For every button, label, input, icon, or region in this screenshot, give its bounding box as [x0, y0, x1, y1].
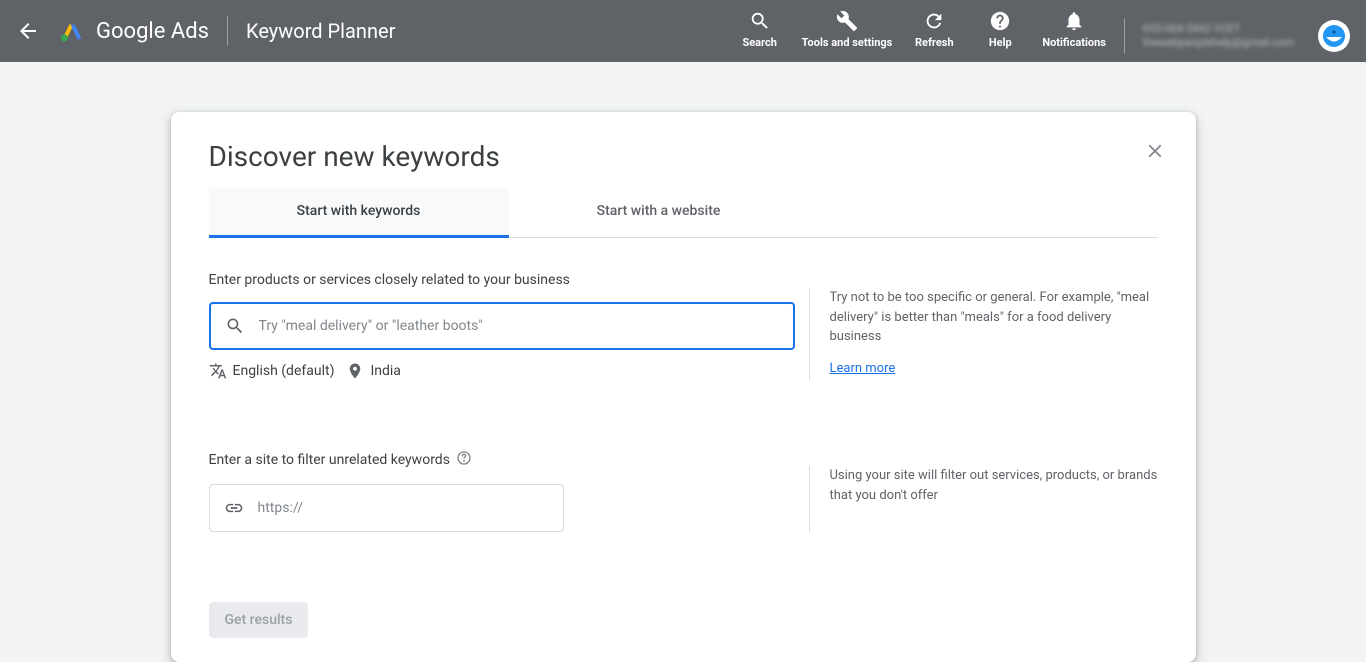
- keywords-label: Enter products or services closely relat…: [209, 272, 809, 288]
- location-value: India: [370, 363, 400, 379]
- refresh-icon: [923, 10, 945, 32]
- keywords-section: Enter products or services closely relat…: [209, 272, 1158, 380]
- language-selector[interactable]: English (default): [209, 362, 335, 380]
- tools-action[interactable]: Tools and settings: [802, 10, 893, 49]
- account-info[interactable]: 655-064-5442 VCET thewebpeoplehelp@gmail…: [1143, 22, 1294, 51]
- keywords-tip-text: Try not to be too specific or general. F…: [830, 288, 1158, 347]
- google-ads-logo-icon: [58, 17, 86, 45]
- header-divider: [227, 16, 228, 46]
- site-section: Enter a site to filter unrelated keyword…: [209, 450, 1158, 532]
- search-action[interactable]: Search: [736, 10, 784, 49]
- refresh-label: Refresh: [915, 36, 954, 49]
- wrench-icon: [836, 10, 858, 32]
- tab-bar: Start with keywords Start with a website: [209, 187, 1158, 238]
- search-label: Search: [742, 36, 776, 49]
- site-input[interactable]: [258, 500, 549, 516]
- bell-icon: [1063, 10, 1085, 32]
- tools-label: Tools and settings: [802, 36, 893, 49]
- tab-website[interactable]: Start with a website: [509, 187, 809, 237]
- avatar[interactable]: [1318, 20, 1350, 52]
- site-tip-text: Using your site will filter out services…: [830, 466, 1158, 505]
- refresh-action[interactable]: Refresh: [910, 10, 958, 49]
- keywords-left: Enter products or services closely relat…: [209, 272, 809, 380]
- section-spacer: [209, 380, 1158, 450]
- site-left: Enter a site to filter unrelated keyword…: [209, 450, 809, 532]
- location-selector[interactable]: India: [346, 362, 400, 380]
- site-label-row: Enter a site to filter unrelated keyword…: [209, 450, 809, 470]
- app-header: Google Ads Keyword Planner Search Tools …: [0, 0, 1366, 62]
- link-icon: [224, 498, 244, 518]
- keywords-input[interactable]: [259, 318, 779, 334]
- tab-keywords[interactable]: Start with keywords: [209, 187, 509, 238]
- account-email: thewebpeoplehelp@gmail.com: [1143, 36, 1294, 50]
- language-value: English (default): [233, 363, 335, 379]
- avatar-icon: [1322, 24, 1346, 48]
- page-title: Keyword Planner: [246, 19, 395, 43]
- site-label: Enter a site to filter unrelated keyword…: [209, 452, 450, 468]
- keywords-search-box[interactable]: [209, 302, 795, 350]
- header-actions: Search Tools and settings Refresh Help N…: [736, 0, 1350, 62]
- account-id: 655-064-5442 VCET: [1143, 22, 1294, 36]
- location-icon: [346, 362, 364, 380]
- header-right-divider: [1124, 18, 1125, 54]
- get-results-button[interactable]: Get results: [209, 602, 309, 638]
- help-icon: [989, 10, 1011, 32]
- help-label: Help: [989, 36, 1012, 49]
- main-content: Discover new keywords Start with keyword…: [0, 62, 1366, 662]
- search-icon: [225, 316, 245, 336]
- search-icon: [749, 10, 771, 32]
- learn-more-link[interactable]: Learn more: [830, 359, 896, 379]
- locale-row: English (default) India: [209, 362, 809, 380]
- close-button[interactable]: [1144, 140, 1166, 166]
- site-input-box[interactable]: [209, 484, 564, 532]
- help-action[interactable]: Help: [976, 10, 1024, 49]
- site-tip-panel: Using your site will filter out services…: [809, 466, 1158, 532]
- help-tooltip-icon[interactable]: [456, 450, 472, 470]
- translate-icon: [209, 362, 227, 380]
- discover-card: Discover new keywords Start with keyword…: [171, 112, 1196, 662]
- card-title: Discover new keywords: [209, 140, 1158, 173]
- close-icon: [1144, 140, 1166, 162]
- notifications-label: Notifications: [1042, 36, 1106, 49]
- brand-name: Google Ads: [96, 19, 209, 44]
- keywords-tip-panel: Try not to be too specific or general. F…: [809, 288, 1158, 380]
- notifications-action[interactable]: Notifications: [1042, 10, 1106, 49]
- back-arrow-icon[interactable]: [16, 19, 40, 43]
